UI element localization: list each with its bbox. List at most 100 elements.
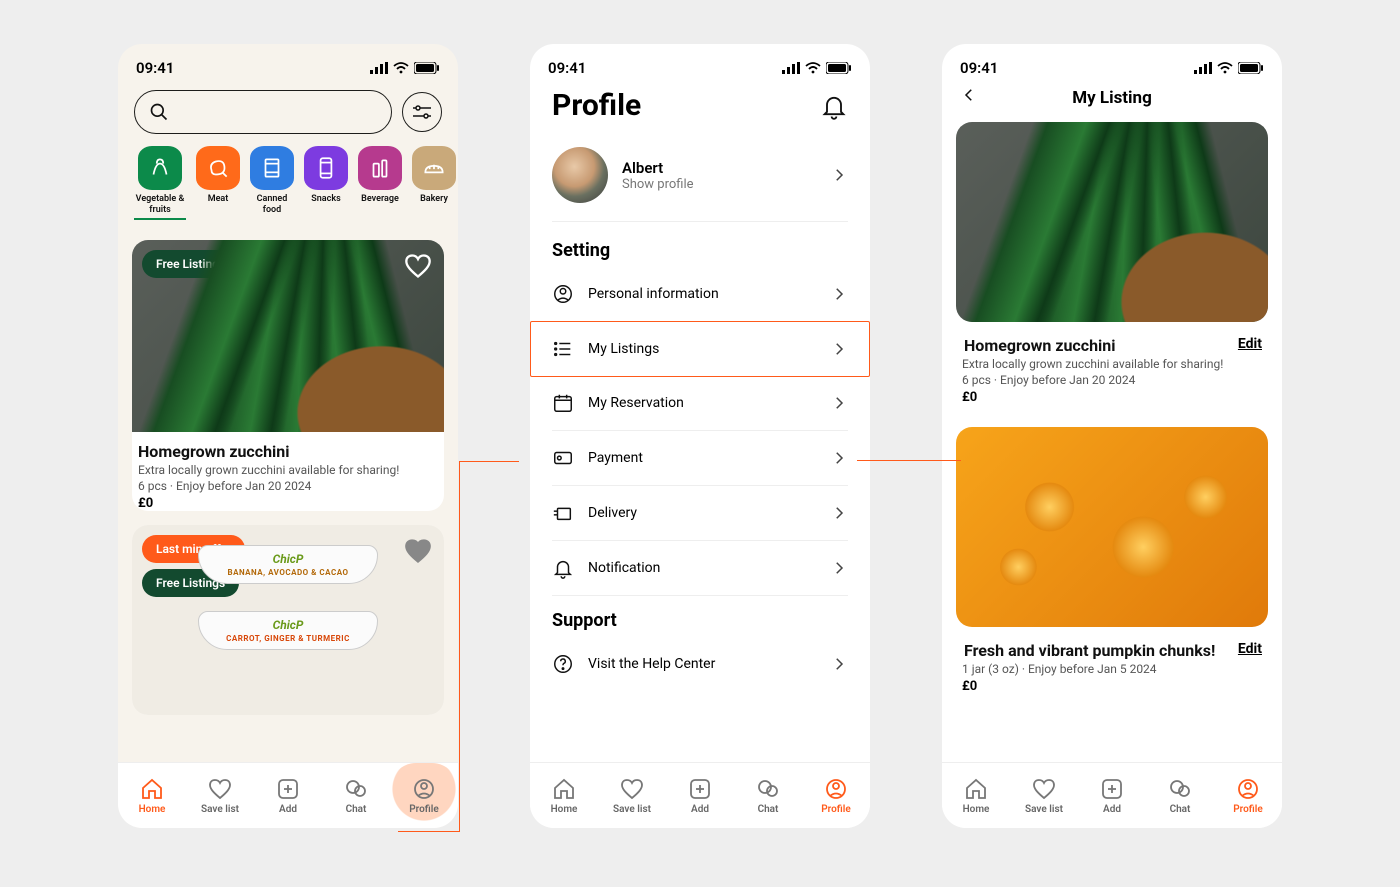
- plus-square-icon: [1100, 777, 1124, 801]
- screen-home: 09:41 Vegetable & fruits Meat Canned foo…: [118, 44, 458, 828]
- listing-image: [956, 427, 1268, 627]
- listing-meta: 6 pcs · Enjoy before Jan 20 2024: [136, 479, 440, 493]
- chevron-right-icon: [830, 285, 848, 303]
- filter-button[interactable]: [402, 92, 442, 132]
- tab-add[interactable]: Add: [666, 763, 734, 828]
- credit-card-icon: [552, 447, 574, 469]
- user-name: Albert: [622, 159, 816, 177]
- tab-bar: Home Save list Add Chat Profile: [942, 762, 1282, 828]
- user-icon: [1236, 777, 1260, 801]
- chevron-left-icon: [960, 86, 978, 104]
- edit-button[interactable]: Edit: [1238, 336, 1262, 352]
- category-scroller[interactable]: Vegetable & fruits Meat Canned food Snac…: [118, 144, 458, 226]
- listing-price: £0: [136, 496, 440, 511]
- search-input[interactable]: [134, 90, 392, 134]
- tab-bar: Home Save list Add Chat Profile: [530, 762, 870, 828]
- badge-free-listings: Free Listings: [142, 250, 239, 278]
- listing-title: Homegrown zucchini: [136, 442, 440, 461]
- flow-connector: [459, 461, 460, 832]
- status-bar: 09:41: [118, 44, 458, 84]
- flow-connector: [857, 460, 961, 461]
- sliders-icon: [413, 105, 431, 119]
- my-listing-card[interactable]: [956, 427, 1268, 627]
- package-icon: [552, 502, 574, 524]
- category-meat[interactable]: Meat: [196, 146, 240, 220]
- tab-profile[interactable]: Profile: [802, 763, 870, 828]
- listing-subtitle: Extra locally grown zucchini available f…: [136, 463, 440, 477]
- page-title: My Listing: [1072, 88, 1152, 108]
- page-title: Profile: [552, 88, 641, 123]
- listing-title: Fresh and vibrant pumpkin chunks!: [962, 641, 1238, 660]
- user-circle-icon: [552, 283, 574, 305]
- tab-chat[interactable]: Chat: [322, 763, 390, 828]
- tab-save-list[interactable]: Save list: [598, 763, 666, 828]
- tab-profile[interactable]: Profile: [1214, 763, 1282, 828]
- section-setting-title: Setting: [552, 240, 848, 261]
- listing-image: Free Listings: [132, 240, 444, 432]
- menu-my-listings[interactable]: My Listings: [530, 321, 870, 377]
- menu-payment[interactable]: Payment: [552, 431, 848, 486]
- menu-help-center[interactable]: Visit the Help Center: [552, 637, 848, 691]
- favorite-button[interactable]: [404, 252, 432, 280]
- chevron-right-icon: [830, 394, 848, 412]
- status-bar: 09:41: [530, 44, 870, 84]
- my-listing-card[interactable]: [956, 122, 1268, 322]
- menu-personal-info[interactable]: Personal information: [552, 267, 848, 322]
- search-icon: [149, 102, 169, 122]
- edit-button[interactable]: Edit: [1238, 641, 1262, 657]
- tab-chat[interactable]: Chat: [734, 763, 802, 828]
- category-vegetables[interactable]: Vegetable & fruits: [134, 146, 186, 220]
- listing-image: Last min offer Free Listings ChicPBanana…: [132, 525, 444, 715]
- tab-add[interactable]: Add: [254, 763, 322, 828]
- chevron-right-icon: [830, 166, 848, 184]
- chat-icon: [344, 777, 368, 801]
- chevron-right-icon: [830, 559, 848, 577]
- tab-home[interactable]: Home: [118, 763, 186, 828]
- section-support-title: Support: [552, 610, 848, 631]
- chevron-right-icon: [830, 504, 848, 522]
- home-icon: [140, 777, 164, 801]
- notifications-button[interactable]: [820, 92, 848, 120]
- menu-notification[interactable]: Notification: [552, 541, 848, 596]
- menu-delivery[interactable]: Delivery: [552, 486, 848, 541]
- category-beverage[interactable]: Beverage: [358, 146, 402, 220]
- wifi-icon: [805, 62, 821, 74]
- chevron-right-icon: [830, 655, 848, 673]
- tab-save-list[interactable]: Save list: [186, 763, 254, 828]
- help-icon: [552, 653, 574, 675]
- tab-home[interactable]: Home: [942, 763, 1010, 828]
- tab-bar: Home Save list Add Chat Profile: [118, 762, 458, 828]
- battery-icon: [414, 62, 440, 74]
- tab-add[interactable]: Add: [1078, 763, 1146, 828]
- listing-card[interactable]: Last min offer Free Listings ChicPBanana…: [132, 525, 444, 715]
- category-canned[interactable]: Canned food: [250, 146, 294, 220]
- tab-chat[interactable]: Chat: [1146, 763, 1214, 828]
- user-icon: [824, 777, 848, 801]
- status-time: 09:41: [136, 59, 174, 77]
- listing-card[interactable]: Free Listings Homegrown zucchini Extra l…: [132, 240, 444, 511]
- battery-icon: [1238, 62, 1264, 74]
- listing-price: £0: [960, 390, 1264, 405]
- screen-my-listing: 09:41 My Listing Homegrown zucchini Edit…: [942, 44, 1282, 828]
- listing-price: £0: [960, 679, 1264, 694]
- tab-profile[interactable]: Profile: [390, 763, 458, 828]
- back-button[interactable]: [960, 86, 978, 108]
- battery-icon: [826, 62, 852, 74]
- tab-home[interactable]: Home: [530, 763, 598, 828]
- category-bakery[interactable]: Bakery: [412, 146, 456, 220]
- chat-icon: [756, 777, 780, 801]
- flow-connector: [459, 461, 519, 462]
- profile-header-row[interactable]: Albert Show profile: [552, 141, 848, 222]
- tab-save-list[interactable]: Save list: [1010, 763, 1078, 828]
- status-time: 09:41: [960, 59, 998, 77]
- bell-icon: [552, 557, 574, 579]
- menu-my-reservation[interactable]: My Reservation: [552, 376, 848, 431]
- category-snacks[interactable]: Snacks: [304, 146, 348, 220]
- calendar-icon: [552, 392, 574, 414]
- heart-icon: [404, 537, 432, 565]
- favorite-button[interactable]: [404, 537, 432, 565]
- status-bar: 09:41: [942, 44, 1282, 84]
- list-icon: [552, 338, 574, 360]
- bell-icon: [820, 92, 848, 120]
- home-icon: [552, 777, 576, 801]
